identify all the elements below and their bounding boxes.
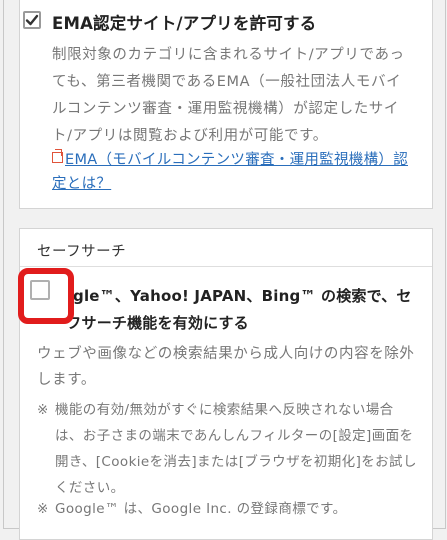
ema-description: 制限対象のカテゴリに含まれるサイト/アプリであっても、第三者機関であるEMA（一…: [52, 47, 405, 144]
safe-search-checkbox-highlight: [18, 268, 74, 324]
ema-allow-checkbox[interactable]: [23, 11, 41, 29]
settings-panel: EMA認定サイト/アプリを許可する 制限対象のカテゴリに含まれるサイト/アプリで…: [3, 0, 446, 540]
safe-search-checkbox[interactable]: [30, 280, 50, 300]
safe-search-title: セーフサーチ: [37, 244, 127, 260]
safe-search-description: ウェブや画像などの検索結果から成人向けの内容を除外します。: [37, 346, 415, 388]
ema-info-link-text[interactable]: EMA（モバイルコンテンツ審査・運用監視機構）認定とは？: [52, 152, 408, 192]
checkmark-icon: [25, 14, 39, 26]
ema-info-link[interactable]: EMA（モバイルコンテンツ審査・運用監視機構）認定とは？: [52, 148, 412, 196]
safe-search-note-trademark: ※ Google™ は、Google Inc. の登録商標です。: [37, 496, 421, 522]
note-mark: ※: [37, 402, 49, 418]
section-divider: [20, 266, 432, 267]
ema-allow-label[interactable]: EMA認定サイト/アプリを許可する: [52, 10, 316, 34]
external-link-icon: [52, 149, 63, 163]
note-text: 機能の有効/無効がすぐに検索結果へ反映されない場合は、お子さまの端末であんしんフ…: [55, 402, 417, 496]
safe-search-note-refresh: ※ 機能の有効/無効がすぐに検索結果へ反映されない場合は、お子さまの端末であんし…: [37, 397, 421, 501]
note-mark: ※: [37, 501, 49, 517]
note-text: Google™ は、Google Inc. の登録商標です。: [55, 501, 347, 517]
safe-search-label[interactable]: oogle™、Yahoo! JAPAN、Bing™ の検索で、セーフサーチ機能を…: [52, 283, 422, 337]
